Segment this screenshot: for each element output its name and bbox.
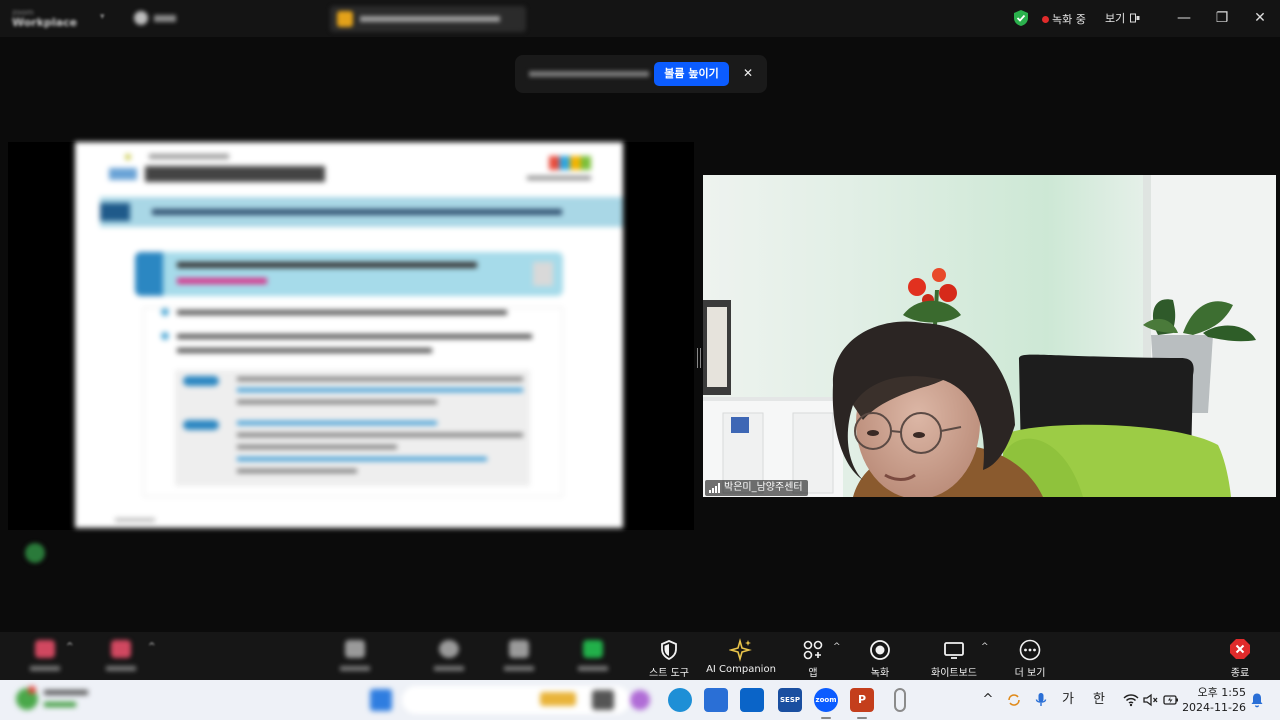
edge-icon[interactable]	[668, 688, 692, 712]
show-hidden-icons-chevron[interactable]: ^	[980, 680, 996, 720]
apps-options-caret[interactable]: ^	[833, 642, 841, 652]
audio-notification: 볼륨 높이기 ✕	[515, 55, 767, 93]
recording-indicator[interactable]: 녹화 중	[1042, 11, 1086, 27]
whiteboard-icon	[944, 642, 964, 659]
windows-taskbar: SESP zoom P ^ 가 한 오후 1:55 2024-11-26	[0, 680, 1280, 720]
encryption-shield-icon[interactable]	[1013, 9, 1029, 27]
participant-name-tag: 박은미_남양주센터	[705, 480, 808, 496]
apps-label: 앱	[808, 668, 818, 679]
battery-charging-icon[interactable]	[1163, 694, 1179, 706]
blurred-react-button[interactable]	[494, 638, 544, 674]
ai-companion-label: AI Companion	[706, 664, 776, 675]
more-label: 더 보기	[1014, 668, 1046, 679]
clock-time: 오후 1:55	[1197, 686, 1246, 699]
audio-options-caret[interactable]: ^	[66, 642, 74, 652]
wifi-icon[interactable]	[1123, 693, 1139, 707]
chevron-down-icon[interactable]: ▾	[100, 12, 105, 22]
view-layout-icon	[1130, 13, 1140, 23]
microphone-app-icon[interactable]	[894, 688, 906, 712]
meeting-info-pill[interactable]	[330, 6, 526, 32]
apps-button[interactable]: 앱	[798, 632, 828, 680]
notification-bell-icon[interactable]	[1250, 692, 1264, 708]
running-indicator	[821, 717, 831, 719]
sync-icon[interactable]	[1006, 692, 1022, 708]
maximize-button[interactable]: ❐	[1210, 6, 1234, 30]
end-x-icon	[1230, 639, 1250, 659]
ime-hangul-indicator[interactable]: 가	[1058, 680, 1078, 720]
more-button[interactable]: 더 보기	[1008, 632, 1052, 680]
view-button[interactable]: 보기	[1105, 10, 1140, 26]
end-meeting-label: 종료	[1230, 668, 1250, 679]
blurred-video-button[interactable]	[96, 638, 146, 674]
blurred-audio-button[interactable]	[20, 638, 70, 674]
notification-message	[529, 71, 649, 77]
video-options-caret[interactable]: ^	[148, 642, 156, 652]
window-close-button[interactable]: ✕	[1248, 6, 1272, 30]
clock-date: 2024-11-26	[1182, 701, 1246, 714]
end-meeting-button[interactable]: 종료	[1218, 632, 1262, 680]
view-label: 보기	[1105, 12, 1126, 25]
blurred-chat-button[interactable]	[424, 638, 474, 674]
signal-strength-icon	[709, 483, 720, 493]
speaker-muted-icon[interactable]	[1143, 693, 1159, 707]
record-button[interactable]: 녹화	[862, 632, 898, 680]
whiteboard-label: 화이트보드	[931, 668, 977, 679]
ai-companion-button[interactable]: AI Companion	[705, 632, 777, 680]
outlook-icon[interactable]	[740, 688, 764, 712]
blurred-share-button[interactable]	[568, 638, 618, 674]
close-notification-icon[interactable]: ✕	[739, 64, 757, 82]
recording-label: 녹화 중	[1052, 13, 1086, 26]
recording-dot-icon	[1042, 15, 1049, 23]
store-icon[interactable]	[704, 688, 728, 712]
whiteboard-options-caret[interactable]: ^	[981, 642, 989, 652]
shared-slide	[75, 142, 623, 528]
host-tools-label: 스트 도구	[649, 668, 689, 679]
meeting-toolbar: ^ ^ 스트 도구 AI Companion 앱 ^ 녹화 화이트보드 ^ 더 …	[0, 632, 1280, 680]
sesp-icon[interactable]: SESP	[778, 688, 802, 712]
shield-icon	[661, 640, 677, 661]
participant-video[interactable]: 박은미_남양주센터	[703, 175, 1276, 497]
host-tools-button[interactable]: 스트 도구	[646, 632, 692, 680]
microphone-tray-icon[interactable]	[1034, 692, 1048, 708]
apps-icon	[803, 640, 823, 660]
system-clock[interactable]: 오후 1:55 2024-11-26	[1182, 685, 1246, 715]
running-indicator	[857, 717, 867, 719]
zoom-workplace-logo: zoom Workplace	[12, 8, 78, 29]
whiteboard-button[interactable]: 화이트보드	[925, 632, 983, 680]
record-label: 녹화	[870, 668, 890, 679]
blurred-participants-button[interactable]	[330, 638, 380, 674]
zoom-icon[interactable]: zoom	[814, 688, 838, 712]
increase-volume-button[interactable]: 볼륨 높이기	[654, 62, 729, 86]
minimize-button[interactable]: —	[1172, 6, 1196, 30]
split-view-resize-handle[interactable]	[697, 348, 701, 368]
blurred-status-icon	[25, 543, 45, 563]
record-icon	[870, 640, 890, 660]
powerpoint-icon[interactable]: P	[850, 688, 874, 712]
ime-han-indicator[interactable]: 한	[1089, 680, 1109, 720]
blurred-taskbar-left	[0, 680, 654, 720]
more-icon	[1019, 639, 1041, 661]
title-bar: zoom Workplace ▾ 녹화 중 보기 — ❐ ✕	[0, 0, 1280, 37]
zoom-meeting-window: zoomWorkplace ▾ 녹화 중 보기 — ❐ ✕ 볼륨 높이기 ✕	[0, 0, 1280, 720]
sparkle-icon	[729, 638, 752, 662]
home-button[interactable]	[134, 9, 182, 27]
participant-name: 박은미_남양주센터	[724, 482, 803, 493]
participant-video-frame	[703, 175, 1276, 497]
